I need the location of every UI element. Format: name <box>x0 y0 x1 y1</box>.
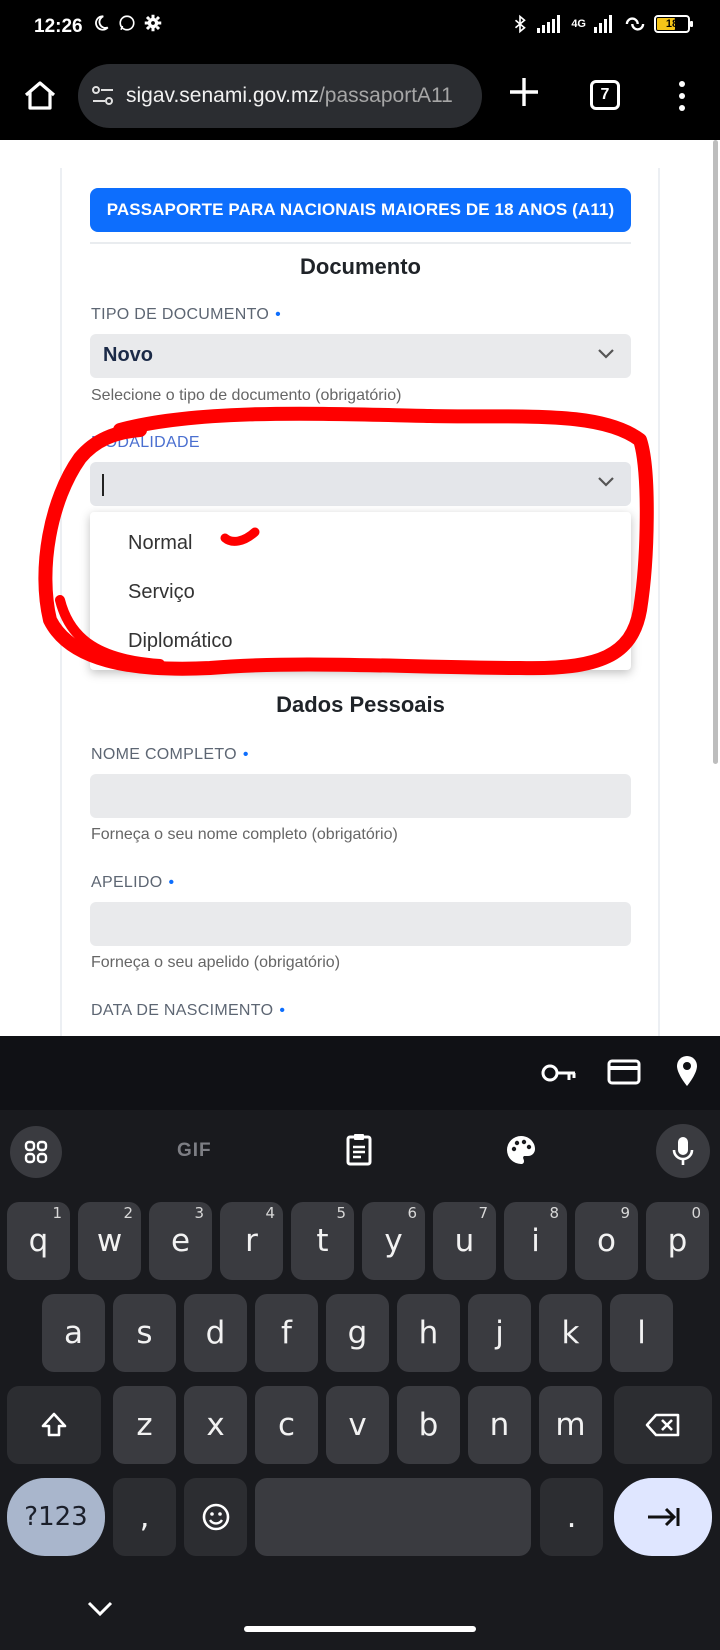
credit-card-icon[interactable] <box>607 1058 641 1086</box>
key-g[interactable]: g <box>326 1294 389 1372</box>
key-d[interactable]: d <box>184 1294 247 1372</box>
key-o[interactable]: o9 <box>575 1202 638 1280</box>
modalidade-dropdown: Normal Serviço Diplomático <box>90 512 631 670</box>
apelido-input[interactable] <box>90 902 631 946</box>
apelido-label: APELIDO • <box>91 874 175 891</box>
key-b[interactable]: b <box>397 1386 460 1464</box>
location-pin-icon[interactable] <box>674 1054 700 1088</box>
on-screen-keyboard: GIF q1w2e3r4t5y6u7i8o9p0 asdfghjkl zxcvbnm… <box>0 1110 720 1650</box>
gesture-nav-handle[interactable] <box>244 1626 476 1632</box>
microphone-icon <box>672 1137 694 1165</box>
tab-arrow-icon <box>648 1507 680 1527</box>
key-s[interactable]: s <box>113 1294 176 1372</box>
backspace-key[interactable] <box>614 1386 712 1464</box>
key-w[interactable]: w2 <box>78 1202 141 1280</box>
option-servico[interactable]: Serviço <box>128 581 195 604</box>
more-menu-icon[interactable] <box>672 78 692 114</box>
key-i[interactable]: i8 <box>504 1202 567 1280</box>
tab-switcher-button[interactable]: 7 <box>590 80 620 110</box>
key-x[interactable]: x <box>184 1386 247 1464</box>
option-diplomatico[interactable]: Diplomático <box>128 630 232 653</box>
emoji-key[interactable] <box>184 1478 247 1556</box>
site-settings-icon[interactable] <box>90 83 116 109</box>
key-z[interactable]: z <box>113 1386 176 1464</box>
key-p[interactable]: p0 <box>646 1202 709 1280</box>
shift-key[interactable] <box>7 1386 101 1464</box>
home-icon[interactable] <box>20 76 60 116</box>
symbols-key[interactable]: ?123 <box>7 1478 105 1556</box>
new-tab-icon[interactable] <box>506 74 542 110</box>
gif-button[interactable]: GIF <box>177 1140 212 1162</box>
palette-icon[interactable] <box>505 1134 537 1166</box>
key-icon[interactable] <box>541 1060 577 1086</box>
nome-completo-input[interactable] <box>90 774 631 818</box>
gear-icon <box>144 14 162 32</box>
signal-icon <box>537 15 561 33</box>
tipo-documento-help: Selecione o tipo de documento (obrigatór… <box>91 387 402 404</box>
key-v[interactable]: v <box>326 1386 389 1464</box>
next-field-key[interactable] <box>614 1478 712 1556</box>
voice-input-button[interactable] <box>656 1124 710 1178</box>
tipo-documento-label: TIPO DE DOCUMENTO • <box>91 306 282 323</box>
option-normal[interactable]: Normal <box>128 532 192 555</box>
divider <box>90 242 631 244</box>
nome-completo-label: NOME COMPLETO • <box>91 746 249 763</box>
clipboard-icon[interactable] <box>345 1132 373 1166</box>
key-f[interactable]: f <box>255 1294 318 1372</box>
key-t[interactable]: t5 <box>291 1202 354 1280</box>
url-host: sigav.senami.gov.mz <box>126 84 319 107</box>
data-nascimento-label: DATA DE NASCIMENTO • <box>91 1002 286 1019</box>
key-u[interactable]: u7 <box>433 1202 496 1280</box>
modalidade-select[interactable] <box>90 462 631 506</box>
backspace-icon <box>645 1413 680 1437</box>
signal-icon-2 <box>594 15 612 33</box>
web-page: PASSAPORTE PARA NACIONAIS MAIORES DE 18 … <box>0 140 720 1036</box>
status-time: 12:26 <box>34 16 83 37</box>
period-key[interactable]: . <box>540 1478 603 1556</box>
key-h[interactable]: h <box>397 1294 460 1372</box>
autofill-toolbar <box>0 1036 720 1110</box>
grid-icon <box>24 1140 48 1164</box>
comma-key[interactable]: , <box>113 1478 176 1556</box>
battery-icon: 18 <box>654 15 693 33</box>
tipo-documento-value: Novo <box>103 344 153 366</box>
key-q[interactable]: q1 <box>7 1202 70 1280</box>
key-k[interactable]: k <box>539 1294 602 1372</box>
tipo-documento-select[interactable]: Novo <box>90 334 631 378</box>
chevron-down-icon <box>598 349 614 359</box>
bluetooth-icon <box>515 14 527 34</box>
section-title-documento: Documento <box>300 254 421 279</box>
apelido-help: Forneça o seu apelido (obrigatório) <box>91 954 341 971</box>
key-y[interactable]: y6 <box>362 1202 425 1280</box>
chevron-down-icon <box>598 477 614 487</box>
text-caret <box>102 474 104 496</box>
space-key[interactable] <box>255 1478 531 1556</box>
emoji-icon <box>202 1503 229 1531</box>
key-m[interactable]: m <box>539 1386 602 1464</box>
moon-icon <box>95 15 109 31</box>
key-n[interactable]: n <box>468 1386 531 1464</box>
apps-grid-button[interactable] <box>10 1126 62 1178</box>
browser-toolbar: sigav.senami.gov.mz/passaportA11 7 <box>0 56 720 140</box>
keyboard-suggestion-strip: GIF <box>0 1110 720 1190</box>
key-j[interactable]: j <box>468 1294 531 1372</box>
section-title-dados-pessoais: Dados Pessoais <box>276 692 445 717</box>
status-bar: 12:26 4G 18 <box>0 0 720 56</box>
key-e[interactable]: e3 <box>149 1202 212 1280</box>
scrollbar[interactable] <box>713 140 718 764</box>
hotspot-icon <box>625 17 645 31</box>
address-bar[interactable]: sigav.senami.gov.mz/passaportA11 <box>78 64 482 128</box>
modalidade-label: MODALIDADE <box>91 434 200 451</box>
hide-keyboard-chevron-icon[interactable] <box>86 1600 114 1618</box>
whatsapp-icon <box>119 15 135 31</box>
shift-icon <box>41 1412 67 1437</box>
key-r[interactable]: r4 <box>220 1202 283 1280</box>
nome-completo-help: Forneça o seu nome completo (obrigatório… <box>91 826 398 843</box>
network-type: 4G <box>571 18 586 30</box>
url-path: /passaportA11 <box>318 84 453 107</box>
key-l[interactable]: l <box>610 1294 673 1372</box>
form-title-banner: PASSAPORTE PARA NACIONAIS MAIORES DE 18 … <box>90 188 631 232</box>
key-c[interactable]: c <box>255 1386 318 1464</box>
key-a[interactable]: a <box>42 1294 105 1372</box>
